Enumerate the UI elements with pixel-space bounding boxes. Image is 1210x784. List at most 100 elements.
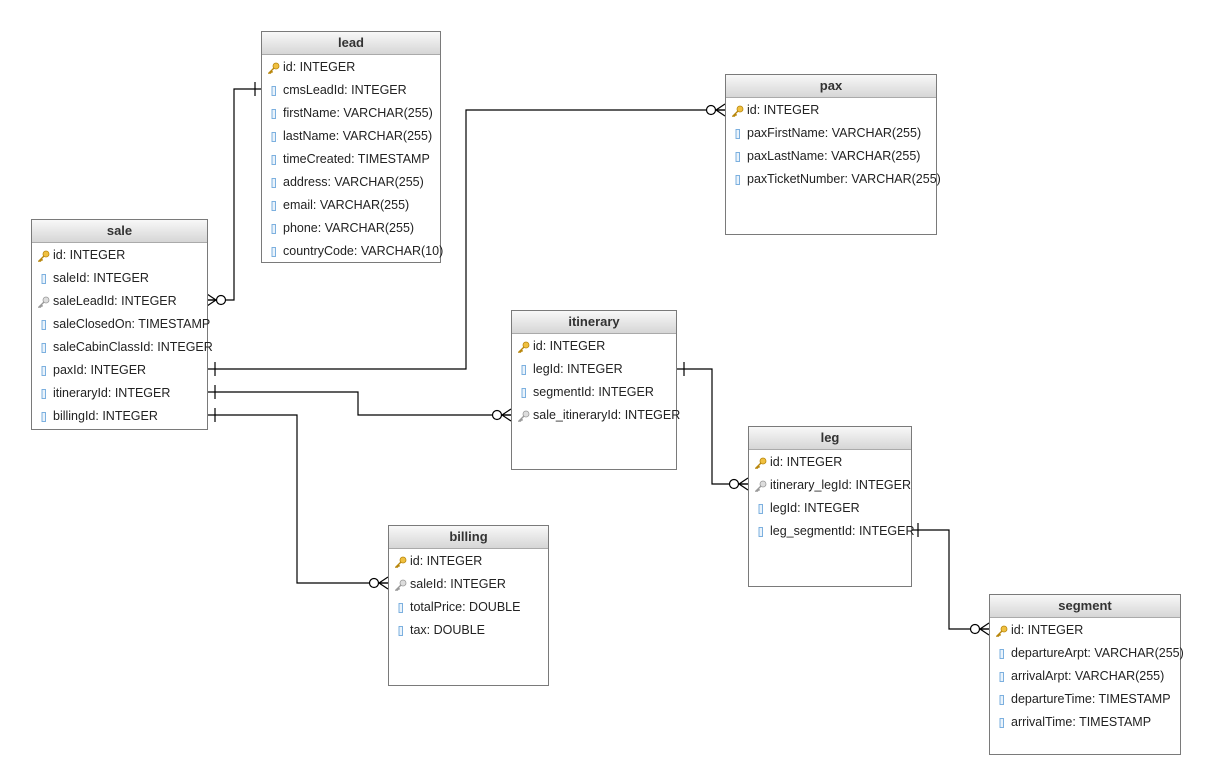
crow-foot-mark [377,576,389,590]
table-column[interactable]: itineraryId: INTEGER [32,382,207,405]
primary-key-icon [996,625,1011,637]
column-label: saleLeadId: INTEGER [53,294,177,308]
column-icon [996,717,1011,729]
table-column[interactable]: address: VARCHAR(255) [262,171,440,194]
table-column[interactable]: itinerary_legId: INTEGER [749,474,911,497]
column-label: cmsLeadId: INTEGER [283,83,407,97]
table-column[interactable]: id: INTEGER [262,56,440,79]
table-column[interactable]: id: INTEGER [389,550,548,573]
primary-key-icon [268,62,283,74]
crow-foot-mark [737,477,749,491]
table-header[interactable]: pax [726,75,936,98]
column-icon [268,246,283,258]
column-icon [518,364,533,376]
column-label: firstName: VARCHAR(255) [283,106,433,120]
table-column[interactable]: totalPrice: DOUBLE [389,596,548,619]
table-column[interactable]: billingId: INTEGER [32,405,207,428]
column-label: totalPrice: DOUBLE [410,600,521,614]
crow-foot-mark [206,293,218,307]
table-segment[interactable]: segment id: INTEGER departureArpt: VARCHAR… [989,594,1184,755]
column-label: departureTime: TIMESTAMP [1011,692,1171,706]
table-column[interactable]: phone: VARCHAR(255) [262,217,440,240]
zero-circle-mark [705,104,717,116]
column-label: id: INTEGER [283,60,356,74]
table-column[interactable]: departureArpt: VARCHAR(255) [990,642,1184,665]
table-header[interactable]: leg [749,427,911,450]
table-column[interactable]: sale_itineraryId: INTEGER [512,404,680,427]
column-icon [996,648,1011,660]
column-icon [38,342,53,354]
primary-key-icon [755,457,770,469]
zero-circle-mark [969,623,981,635]
table-column[interactable]: lastName: VARCHAR(255) [262,125,440,148]
table-column[interactable]: paxLastName: VARCHAR(255) [726,145,936,168]
table-header[interactable]: lead [262,32,440,55]
table-column[interactable]: saleClosedOn: TIMESTAMP [32,313,211,336]
table-header[interactable]: sale [32,220,207,243]
column-label: itinerary_legId: INTEGER [770,478,912,492]
column-label: billingId: INTEGER [53,409,158,423]
table-billing[interactable]: billing id: INTEGER saleId: INTEGER totalPr… [388,525,549,686]
table-column[interactable]: paxFirstName: VARCHAR(255) [726,122,936,145]
column-icon [38,411,53,423]
column-label: legId: INTEGER [533,362,623,376]
table-column[interactable]: paxId: INTEGER [32,359,207,382]
table-column[interactable]: saleId: INTEGER [32,267,207,290]
column-icon [268,108,283,120]
table-column[interactable]: segmentId: INTEGER [512,381,676,404]
table-column[interactable]: saleCabinClassId: INTEGER [32,336,213,359]
table-column[interactable]: departureTime: TIMESTAMP [990,688,1180,711]
table-column[interactable]: timeCreated: TIMESTAMP [262,148,440,171]
column-icon [38,273,53,285]
table-column[interactable]: legId: INTEGER [512,358,676,381]
column-label: paxTicketNumber: VARCHAR(255) [747,172,941,186]
column-icon [996,694,1011,706]
table-sale[interactable]: sale id: INTEGER saleId: INTEGER saleLeadId… [31,219,213,430]
column-icon [395,602,410,614]
table-leg[interactable]: leg id: INTEGER itinerary_legId: INTEGER le… [748,426,915,587]
table-column[interactable]: email: VARCHAR(255) [262,194,440,217]
crow-foot-mark [500,408,512,422]
table-column[interactable]: arrivalArpt: VARCHAR(255) [990,665,1180,688]
column-label: itineraryId: INTEGER [53,386,171,400]
table-header[interactable]: segment [990,595,1180,618]
column-label: tax: DOUBLE [410,623,486,637]
column-label: legId: INTEGER [770,501,860,515]
table-column[interactable]: countryCode: VARCHAR(10) [262,240,443,263]
table-header[interactable]: billing [389,526,548,549]
table-column[interactable]: id: INTEGER [726,99,936,122]
table-column[interactable]: saleLeadId: INTEGER [32,290,207,313]
column-icon [268,154,283,166]
column-icon [268,85,283,97]
table-column[interactable]: saleId: INTEGER [389,573,548,596]
column-icon [395,625,410,637]
column-label: departureArpt: VARCHAR(255) [1011,646,1184,660]
table-column[interactable]: id: INTEGER [990,619,1180,642]
column-icon [268,223,283,235]
table-column[interactable]: arrivalTime: TIMESTAMP [990,711,1180,734]
table-column[interactable]: id: INTEGER [512,335,676,358]
column-icon [268,131,283,143]
table-column[interactable]: cmsLeadId: INTEGER [262,79,440,102]
column-label: saleId: INTEGER [410,577,506,591]
column-label: arrivalTime: TIMESTAMP [1011,715,1152,729]
column-icon [268,200,283,212]
foreign-key-icon [518,410,533,422]
column-icon [996,671,1011,683]
column-label: segmentId: INTEGER [533,385,654,399]
table-column[interactable]: leg_segmentId: INTEGER [749,520,915,543]
table-column[interactable]: paxTicketNumber: VARCHAR(255) [726,168,941,191]
table-column[interactable]: id: INTEGER [749,451,911,474]
table-lead[interactable]: lead id: INTEGER cmsLeadId: INTEGER firstNa… [261,31,443,263]
table-column[interactable]: tax: DOUBLE [389,619,548,642]
column-icon [38,319,53,331]
column-label: lastName: VARCHAR(255) [283,129,433,143]
table-header[interactable]: itinerary [512,311,676,334]
column-label: saleClosedOn: TIMESTAMP [53,317,211,331]
table-column[interactable]: firstName: VARCHAR(255) [262,102,440,125]
table-column[interactable]: legId: INTEGER [749,497,911,520]
table-pax[interactable]: pax id: INTEGER paxFirstName: VARCHAR(255)… [725,74,941,235]
column-label: address: VARCHAR(255) [283,175,424,189]
table-column[interactable]: id: INTEGER [32,244,207,267]
table-itinerary[interactable]: itinerary id: INTEGER legId: INTEGER segmen… [511,310,680,470]
